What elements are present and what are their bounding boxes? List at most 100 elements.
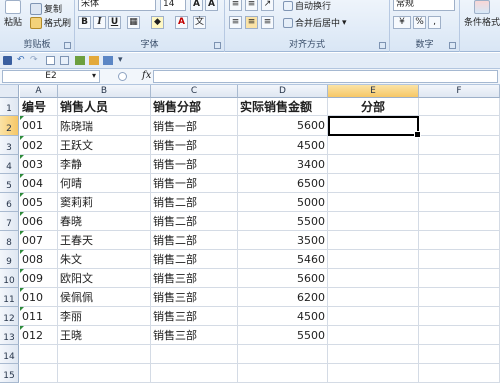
align-middle-icon[interactable]: ≡: [245, 0, 258, 11]
cell-d9[interactable]: 5460: [238, 250, 328, 269]
cell-b2[interactable]: 陈晓瑞: [58, 116, 151, 136]
italic-button[interactable]: I: [93, 16, 106, 29]
insert-function-dot-icon[interactable]: [118, 72, 127, 81]
row-header-1[interactable]: 1: [0, 98, 19, 116]
cell-b7[interactable]: 春晓: [58, 212, 151, 231]
cell-b8[interactable]: 王春天: [58, 231, 151, 250]
cell-c1[interactable]: 销售分部: [151, 98, 238, 116]
column-header-c[interactable]: C: [151, 85, 238, 98]
cell-b3[interactable]: 王跃文: [58, 136, 151, 155]
row-header-7[interactable]: 7: [0, 212, 19, 231]
cell-d11[interactable]: 6200: [238, 288, 328, 307]
cell-f11[interactable]: [419, 288, 500, 307]
cell-c4[interactable]: 销售一部: [151, 155, 238, 174]
cell-b5[interactable]: 何晴: [58, 174, 151, 193]
align-left-icon[interactable]: ≡: [229, 16, 242, 29]
customize-toolbar-icon[interactable]: ▾: [118, 55, 123, 65]
cell-b10[interactable]: 欧阳文: [58, 269, 151, 288]
cell-f4[interactable]: [419, 155, 500, 174]
cell-f3[interactable]: [419, 136, 500, 155]
cell-d12[interactable]: 4500: [238, 307, 328, 326]
save-icon[interactable]: [3, 56, 12, 65]
row-header-3[interactable]: 3: [0, 136, 19, 155]
align-right-icon[interactable]: ≡: [261, 16, 274, 29]
cell-e12[interactable]: [328, 307, 419, 326]
column-header-d[interactable]: D: [238, 85, 328, 98]
font-size-select[interactable]: 14: [160, 0, 186, 11]
cell-c11[interactable]: 销售三部: [151, 288, 238, 307]
cell-a10[interactable]: 009: [20, 269, 58, 288]
row-header-9[interactable]: 9: [0, 250, 19, 269]
format-painter-button[interactable]: 格式刷: [30, 16, 71, 29]
cell-e5[interactable]: [328, 174, 419, 193]
currency-icon[interactable]: ¥: [393, 16, 411, 29]
cell-d8[interactable]: 3500: [238, 231, 328, 250]
copy-button[interactable]: 复制: [30, 2, 62, 15]
align-center-icon[interactable]: ≡: [245, 16, 258, 29]
cell-f13[interactable]: [419, 326, 500, 345]
cell-b15[interactable]: [58, 364, 151, 383]
fill-color-icon[interactable]: ◆: [151, 16, 164, 29]
cell-f12[interactable]: [419, 307, 500, 326]
insert-icon[interactable]: [89, 56, 99, 65]
cell-b13[interactable]: 王晓: [58, 326, 151, 345]
cell-e1[interactable]: 分部: [328, 98, 419, 116]
cell-d3[interactable]: 4500: [238, 136, 328, 155]
cell-c13[interactable]: 销售三部: [151, 326, 238, 345]
cell-c6[interactable]: 销售二部: [151, 193, 238, 212]
align-top-icon[interactable]: ≡: [229, 0, 242, 11]
conditional-format-button[interactable]: 条件格式: [464, 0, 500, 28]
grow-font-icon[interactable]: A: [190, 0, 203, 11]
name-box[interactable]: E2: [2, 70, 100, 83]
paste-button[interactable]: 粘贴: [4, 0, 22, 28]
wrap-text-button[interactable]: 自动换行: [283, 0, 331, 12]
shrink-font-icon[interactable]: A: [205, 0, 218, 11]
cell-c2[interactable]: 销售一部: [151, 116, 238, 136]
row-header-15[interactable]: 15: [0, 364, 19, 383]
cell-a5[interactable]: 004: [20, 174, 58, 193]
cell-f5[interactable]: [419, 174, 500, 193]
cell-a15[interactable]: [20, 364, 58, 383]
cell-c10[interactable]: 销售三部: [151, 269, 238, 288]
row-header-11[interactable]: 11: [0, 288, 19, 307]
cell-a9[interactable]: 008: [20, 250, 58, 269]
cell-e14[interactable]: [328, 345, 419, 364]
formula-input[interactable]: [153, 70, 498, 83]
bold-button[interactable]: B: [78, 16, 91, 29]
row-header-8[interactable]: 8: [0, 231, 19, 250]
chart-icon[interactable]: [75, 56, 85, 65]
row-header-6[interactable]: 6: [0, 193, 19, 212]
cell-b11[interactable]: 侯佩佩: [58, 288, 151, 307]
cell-a3[interactable]: 002: [20, 136, 58, 155]
border-icon[interactable]: ▦: [127, 16, 140, 29]
cell-a6[interactable]: 005: [20, 193, 58, 212]
comma-button[interactable]: ,: [428, 16, 441, 29]
number-format-select[interactable]: 常规: [393, 0, 455, 11]
cell-b14[interactable]: [58, 345, 151, 364]
cell-f6[interactable]: [419, 193, 500, 212]
cell-c12[interactable]: 销售三部: [151, 307, 238, 326]
print-preview-icon[interactable]: [46, 56, 55, 65]
row-header-12[interactable]: 12: [0, 307, 19, 326]
undo-icon[interactable]: ↶: [17, 55, 25, 65]
cell-a2[interactable]: 001: [20, 116, 58, 136]
sort-icon[interactable]: [103, 56, 113, 65]
cell-b1[interactable]: 销售人员: [58, 98, 151, 116]
cell-d14[interactable]: [238, 345, 328, 364]
cell-c3[interactable]: 销售一部: [151, 136, 238, 155]
cell-d6[interactable]: 5000: [238, 193, 328, 212]
cell-e11[interactable]: [328, 288, 419, 307]
selected-cell-e2[interactable]: [328, 116, 421, 138]
column-header-e[interactable]: E: [328, 85, 419, 98]
cell-e4[interactable]: [328, 155, 419, 174]
row-header-2[interactable]: 2: [0, 116, 19, 136]
cell-d7[interactable]: 5500: [238, 212, 328, 231]
row-header-4[interactable]: 4: [0, 155, 19, 174]
cell-e13[interactable]: [328, 326, 419, 345]
cell-f15[interactable]: [419, 364, 500, 383]
cell-a4[interactable]: 003: [20, 155, 58, 174]
cell-f1[interactable]: [419, 98, 500, 116]
row-header-5[interactable]: 5: [0, 174, 19, 193]
cell-e7[interactable]: [328, 212, 419, 231]
cell-e10[interactable]: [328, 269, 419, 288]
